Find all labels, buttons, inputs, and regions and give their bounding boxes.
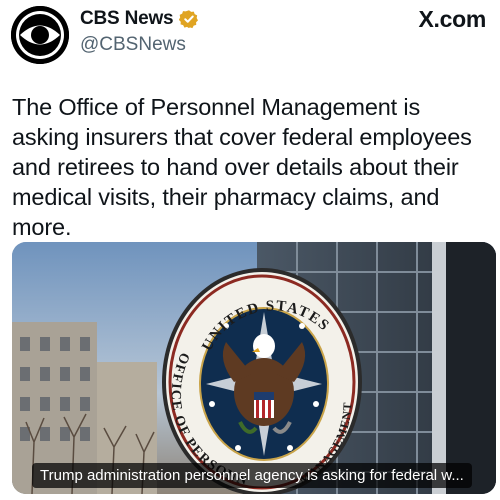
post-card: CBS News @CBSNews X.com The Office of Pe… <box>0 0 500 500</box>
author-display-name[interactable]: CBS News <box>80 8 174 30</box>
author-handle[interactable]: @CBSNews <box>80 34 186 56</box>
media-caption: Trump administration personnel agency is… <box>32 463 472 488</box>
verified-badge-icon <box>179 9 199 29</box>
post-text: The Office of Personnel Management is as… <box>12 94 472 240</box>
post-media-image[interactable]: UNITED STATES OFFICE OF PERSONNEL MANAGE… <box>12 242 496 494</box>
avatar[interactable] <box>11 6 69 64</box>
cbs-eye-logo-icon <box>11 6 69 64</box>
source-label: X.com <box>418 6 486 32</box>
author-name-row: CBS News <box>80 8 199 30</box>
opm-seal-photo: UNITED STATES OFFICE OF PERSONNEL MANAGE… <box>12 242 496 494</box>
